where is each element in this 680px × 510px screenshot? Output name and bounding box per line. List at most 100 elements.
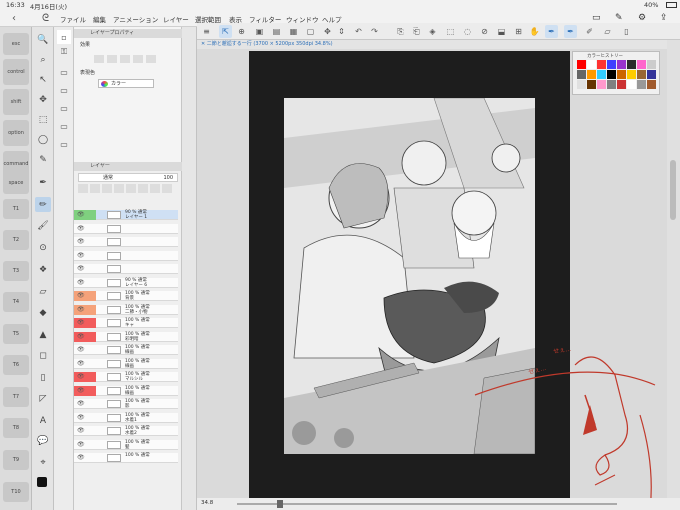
eyedropper-tool-icon[interactable]: ✎ xyxy=(35,152,51,167)
color-swatch[interactable] xyxy=(587,60,596,69)
pen-a-icon[interactable]: ✒ xyxy=(545,25,558,38)
ruler-tool-icon[interactable]: ◸ xyxy=(35,391,51,406)
color-swatch[interactable] xyxy=(597,70,606,79)
panel-scrollbar[interactable] xyxy=(182,27,197,510)
subtool-slot-icon[interactable]: ▫ xyxy=(57,30,71,44)
subtool-e-icon[interactable]: ▭ xyxy=(57,137,71,151)
lasso-icon[interactable]: ◌ xyxy=(461,25,474,38)
eye-icon[interactable]: 👁 xyxy=(77,238,85,245)
new-folder-icon[interactable] xyxy=(102,184,112,193)
effect-mask-icon[interactable] xyxy=(146,55,156,63)
t7-key[interactable]: T7 xyxy=(3,387,29,407)
eye-icon[interactable]: 👁 xyxy=(77,373,85,380)
eye-icon[interactable]: 👁 xyxy=(77,333,85,340)
color-swatch[interactable] xyxy=(617,60,626,69)
selection-tool-icon[interactable]: ⬚ xyxy=(35,112,51,127)
t8-key[interactable]: T8 xyxy=(3,418,29,438)
eye-icon[interactable]: 👁 xyxy=(77,252,85,259)
space-key[interactable]: space xyxy=(3,172,29,194)
new-raster-layer-icon[interactable] xyxy=(78,184,88,193)
pen-c-icon[interactable]: ✐ xyxy=(583,25,596,38)
balloon-tool-icon[interactable]: 💬 xyxy=(35,433,51,448)
layer-row[interactable]: 👁 xyxy=(74,237,178,247)
color-swatch[interactable] xyxy=(627,70,636,79)
color-swatch[interactable] xyxy=(637,70,646,79)
settings-icon[interactable]: ⚙ xyxy=(638,13,646,23)
lock-transparent-icon[interactable] xyxy=(138,184,148,193)
eye-icon[interactable]: 👁 xyxy=(77,346,85,353)
main-color-swatch[interactable] xyxy=(37,477,47,487)
layer-row[interactable]: 👁 100 % 通常 背景 xyxy=(74,291,178,301)
color-swatch[interactable] xyxy=(627,60,636,69)
eye-icon[interactable]: 👁 xyxy=(77,211,85,218)
fill-icon[interactable]: ▤ xyxy=(270,25,283,38)
zoom-tool-icon-2[interactable]: ⌕ xyxy=(35,52,51,67)
color-mode-select[interactable]: カラー xyxy=(98,79,154,88)
move-layer-tool-icon[interactable]: ✥ xyxy=(35,92,51,107)
zoom-slider-thumb[interactable] xyxy=(277,500,283,508)
t2-key[interactable]: T2 xyxy=(3,230,29,250)
eye-icon[interactable]: 👁 xyxy=(77,414,85,421)
eye-icon[interactable]: 👁 xyxy=(77,360,85,367)
gradient-tool-icon[interactable]: ▲ xyxy=(35,327,51,342)
menu-layer[interactable]: レイヤー xyxy=(163,14,189,24)
clip-icon[interactable] xyxy=(114,184,124,193)
layer-row[interactable]: 👁 100 % 通常 彩明暗 xyxy=(74,331,178,342)
color-swatch[interactable] xyxy=(647,80,656,89)
eye-icon[interactable]: 👁 xyxy=(77,265,85,272)
figure-tool-icon[interactable]: ◻ xyxy=(35,348,51,363)
color-swatch[interactable] xyxy=(597,60,606,69)
color-swatch[interactable] xyxy=(577,80,586,89)
layer-row[interactable]: 👁 xyxy=(74,264,178,274)
t3-key[interactable]: T3 xyxy=(3,261,29,281)
pencil-tool-icon[interactable]: ✏ xyxy=(35,197,51,212)
color-swatch[interactable] xyxy=(617,80,626,89)
pen-b-icon[interactable]: ✒ xyxy=(564,25,577,38)
zoom-tool-icon[interactable]: 🔍 xyxy=(35,32,51,47)
app-logo-icon[interactable]: ᘓ xyxy=(42,13,49,24)
color-swatch[interactable] xyxy=(637,80,646,89)
lock-icon[interactable]: ⚿ xyxy=(57,45,71,59)
eye-icon[interactable]: 👁 xyxy=(77,427,85,434)
eye-icon[interactable]: 👁 xyxy=(77,279,85,286)
layer-row[interactable]: 👁 100 % 通常 線画 xyxy=(74,385,178,396)
image-icon[interactable]: ▦ xyxy=(287,25,300,38)
hand-icon[interactable]: ✋ xyxy=(528,25,541,38)
layer-row[interactable]: 👁 100 % 通常 影 xyxy=(74,399,178,409)
layer-row[interactable]: 👁 100 % 通常 線画 xyxy=(74,345,178,355)
color-swatch[interactable] xyxy=(577,60,586,69)
lasso-tool-icon[interactable]: ◯ xyxy=(35,132,51,147)
effect-layer-color-icon[interactable] xyxy=(120,55,130,63)
eraser-tool-icon[interactable]: ▱ xyxy=(35,284,51,299)
color-swatch[interactable] xyxy=(607,80,616,89)
effect-tone-icon[interactable] xyxy=(107,55,117,63)
t4-key[interactable]: T4 xyxy=(3,292,29,312)
layer-row[interactable]: 👁 90 % 通常 レイヤー 1 xyxy=(74,210,178,220)
esc-key[interactable]: esc xyxy=(3,33,29,55)
eye-icon[interactable]: 👁 xyxy=(77,225,85,232)
zoom-value[interactable]: 34.8 xyxy=(201,500,213,506)
layer-row[interactable]: 👁 xyxy=(74,223,178,234)
zoom-slider[interactable] xyxy=(237,503,617,505)
color-swatch[interactable] xyxy=(587,80,596,89)
copy-icon[interactable]: ⎘ xyxy=(394,25,407,38)
layer-row[interactable]: 👁 90 % 通常 レイヤー 6 xyxy=(74,277,178,288)
paste-icon[interactable]: ⎗ xyxy=(410,25,423,38)
fill-tool-icon[interactable]: ◆ xyxy=(35,305,51,320)
frame-icon[interactable]: ▢ xyxy=(304,25,317,38)
color-swatch[interactable] xyxy=(627,80,636,89)
undo-icon[interactable]: ↶ xyxy=(352,25,365,38)
invert-icon[interactable]: ⊘ xyxy=(478,25,491,38)
back-icon[interactable]: ‹ xyxy=(12,13,16,24)
share-icon[interactable]: ⇪ xyxy=(660,13,668,23)
operation-tool-icon[interactable]: ↖ xyxy=(35,72,51,87)
eye-icon[interactable]: 👁 xyxy=(77,292,85,299)
bucket-icon[interactable]: ◈ xyxy=(426,25,439,38)
eye-icon[interactable]: 👁 xyxy=(77,306,85,313)
move-icon[interactable]: ✥ xyxy=(321,25,334,38)
color-swatch[interactable] xyxy=(587,70,596,79)
layer-row[interactable]: 👁 100 % 通常 水着1 xyxy=(74,412,178,423)
layer-row[interactable]: 👁 100 % 通常 線画 xyxy=(74,358,178,369)
color-swatch[interactable] xyxy=(647,70,656,79)
eye-icon[interactable]: 👁 xyxy=(77,400,85,407)
